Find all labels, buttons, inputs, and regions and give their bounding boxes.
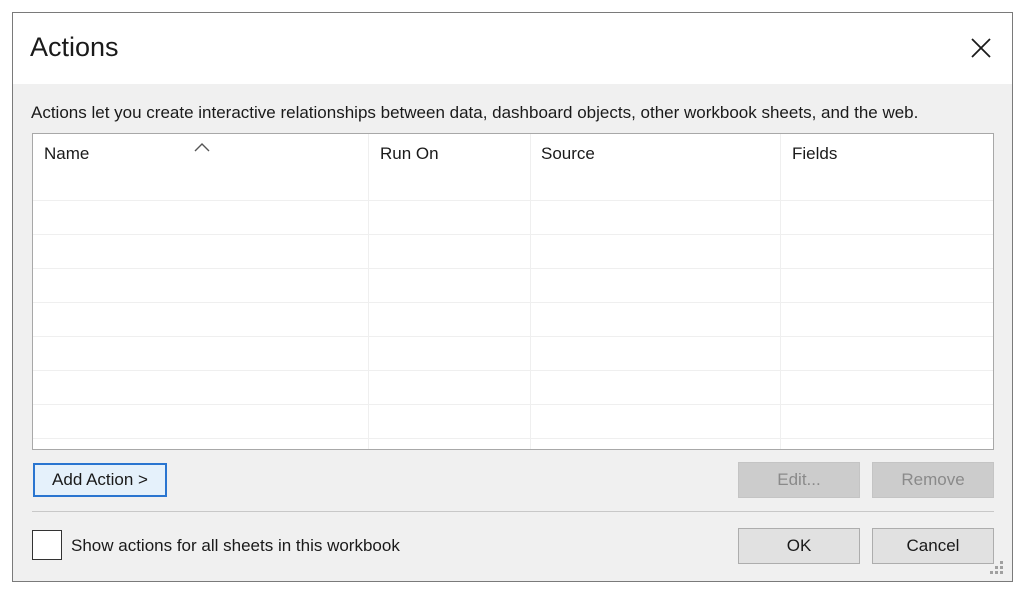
show-all-sheets-label: Show actions for all sheets in this work… [71, 536, 400, 555]
remove-button[interactable]: Remove [872, 462, 994, 498]
add-action-button[interactable]: Add Action > [33, 463, 167, 497]
row-divider [33, 200, 993, 201]
row-divider [33, 404, 993, 405]
cancel-button[interactable]: Cancel [872, 528, 994, 564]
show-all-sheets-checkbox[interactable] [32, 530, 62, 560]
actions-dialog: Actions Actions let you create interacti… [12, 12, 1013, 582]
row-divider [33, 302, 993, 303]
resize-grip-icon[interactable] [986, 559, 1004, 577]
sort-up-icon [193, 140, 211, 152]
row-divider [33, 336, 993, 337]
column-divider [530, 134, 531, 449]
separator [32, 511, 994, 512]
column-divider [368, 134, 369, 449]
column-header-run-on[interactable]: Run On [380, 144, 439, 164]
edit-button[interactable]: Edit... [738, 462, 860, 498]
column-header-source[interactable]: Source [541, 144, 595, 164]
column-divider [780, 134, 781, 449]
ok-button[interactable]: OK [738, 528, 860, 564]
row-divider [33, 370, 993, 371]
close-icon[interactable] [966, 33, 996, 63]
dialog-title: Actions [30, 32, 119, 62]
title-bar: Actions [13, 13, 1012, 84]
actions-table: Name Run On Source Fields [32, 133, 994, 450]
row-divider [33, 438, 993, 439]
dialog-description: Actions let you create interactive relat… [31, 103, 919, 122]
column-header-name[interactable]: Name [44, 144, 89, 164]
column-header-fields[interactable]: Fields [792, 144, 837, 164]
row-divider [33, 234, 993, 235]
row-divider [33, 268, 993, 269]
